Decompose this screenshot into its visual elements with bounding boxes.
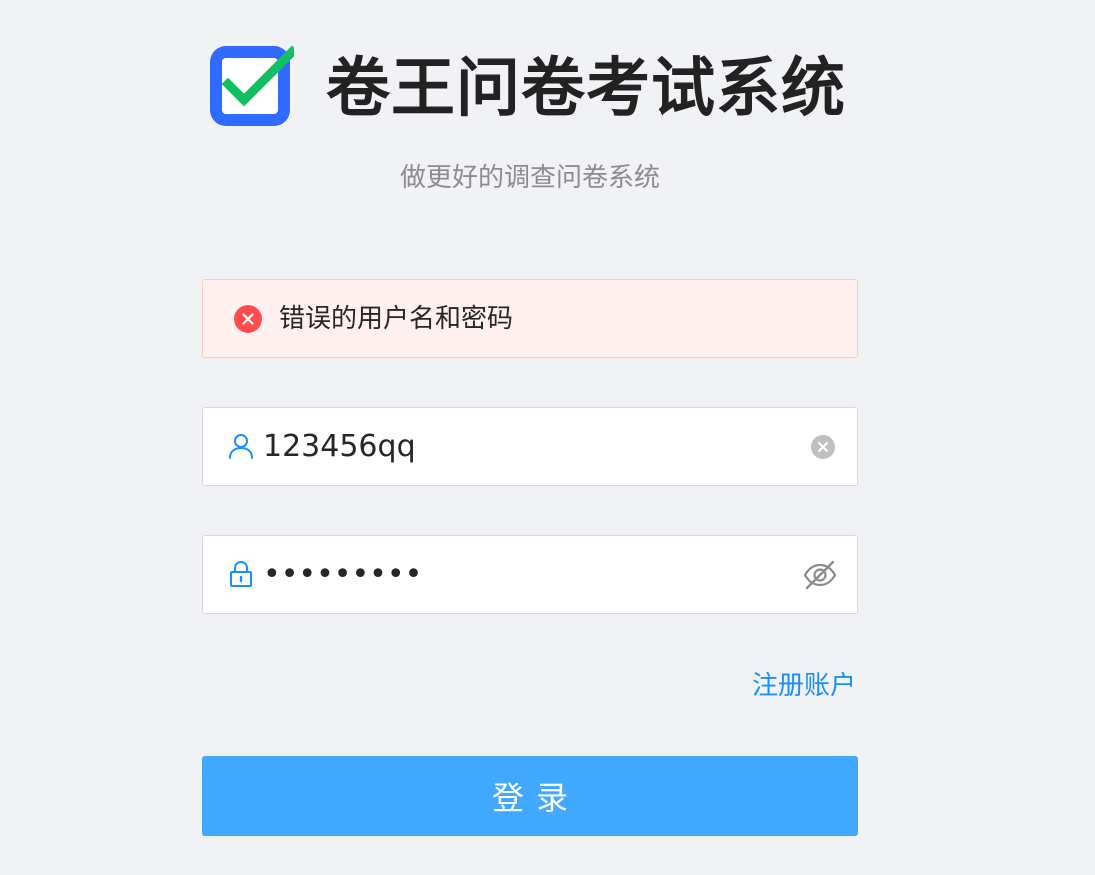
user-icon bbox=[229, 434, 253, 459]
password-input[interactable] bbox=[263, 552, 783, 596]
clear-icon[interactable] bbox=[811, 435, 835, 459]
app-subtitle: 做更好的调查问卷系统 bbox=[399, 163, 660, 193]
eye-invisible-icon[interactable] bbox=[803, 558, 837, 592]
login-button[interactable]: 登录 bbox=[202, 756, 858, 836]
username-input[interactable] bbox=[263, 424, 783, 468]
close-circle-icon bbox=[234, 305, 262, 333]
app-title: 卷王问卷考试系统 bbox=[326, 52, 846, 126]
error-alert: 错误的用户名和密码 bbox=[202, 279, 858, 358]
error-message: 错误的用户名和密码 bbox=[279, 304, 514, 334]
logo-checkbox-icon bbox=[210, 45, 294, 126]
lock-icon bbox=[230, 560, 252, 587]
password-field[interactable] bbox=[202, 535, 858, 614]
username-field[interactable] bbox=[202, 407, 858, 486]
register-link[interactable]: 注册账户 bbox=[752, 667, 856, 705]
login-page: 卷王问卷考试系统 做更好的调查问卷系统 错误的用户名和密码 123456qq •… bbox=[0, 0, 1095, 875]
